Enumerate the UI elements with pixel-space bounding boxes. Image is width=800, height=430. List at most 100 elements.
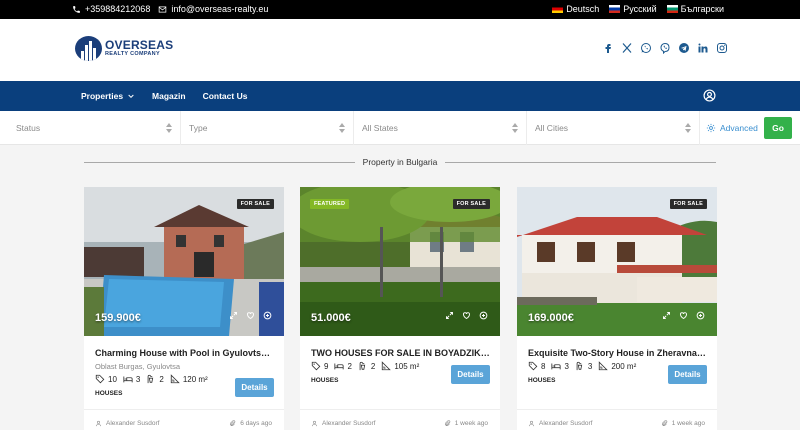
nav-item-contact-us[interactable]: Contact Us	[203, 91, 248, 101]
chevron-down-icon	[128, 94, 134, 99]
property-type[interactable]: HOUSES	[528, 377, 555, 384]
heart-icon[interactable]	[679, 311, 688, 320]
expand-icon[interactable]	[445, 311, 454, 320]
rooms-count: 8	[528, 361, 545, 371]
property-title[interactable]: TWO HOUSES FOR SALE IN BOYADZIK, YA...	[311, 348, 491, 358]
property-card[interactable]: FOR SALE 169.000€ Exquisite Two-Story Ho…	[517, 187, 717, 430]
nav-item-magazin[interactable]: Magazin	[152, 91, 186, 101]
search-filters: Status Type All States All Cities Advanc…	[0, 111, 800, 145]
beds-count: 3	[551, 361, 569, 371]
lang-bulgarian[interactable]: Български	[666, 4, 724, 14]
area-size: 105 m²	[381, 361, 419, 371]
section-heading: Property in Bulgaria	[84, 155, 716, 169]
whatsapp-icon[interactable]	[640, 42, 652, 54]
post-date: 6 days ago	[229, 420, 272, 427]
status-select[interactable]: Status	[8, 111, 181, 145]
card-actions	[662, 311, 705, 320]
email-link[interactable]: info@overseas-realty.eu	[158, 4, 268, 14]
agent-link[interactable]: Alexander Susdorf	[95, 420, 159, 427]
property-photo[interactable]: FOR SALE 169.000€	[517, 187, 717, 336]
area-size: 200 m²	[598, 361, 636, 371]
cities-select[interactable]: All Cities	[527, 111, 700, 145]
beds-count: 3	[123, 374, 140, 384]
add-compare-icon[interactable]	[263, 311, 272, 320]
envelope-icon	[159, 6, 167, 12]
phone-link[interactable]: +359884212068	[72, 4, 150, 14]
rooms-count: 9	[311, 361, 328, 371]
expand-icon[interactable]	[229, 311, 238, 320]
ruler-triangle-icon	[599, 361, 609, 371]
for-sale-badge: FOR SALE	[669, 199, 707, 209]
lang-russian[interactable]: Русский	[609, 4, 657, 14]
details-button[interactable]: Details	[668, 365, 707, 384]
logo-line-2: REALTY COMPANY	[105, 51, 160, 58]
instagram-icon[interactable]	[716, 42, 728, 54]
paperclip-icon	[444, 420, 450, 426]
expand-icon[interactable]	[662, 311, 671, 320]
baths-count: 2	[146, 374, 164, 384]
russian-flag-icon	[609, 5, 621, 13]
telegram-icon[interactable]	[678, 42, 690, 54]
property-card[interactable]: FOR SALE 159.900€ Charming House with Po…	[84, 187, 284, 430]
logo-text: OVERSEAS REALTY COMPANY	[105, 39, 173, 58]
property-price: 159.900€	[95, 312, 141, 324]
sort-arrows-icon	[512, 123, 518, 133]
user-icon	[528, 420, 535, 427]
property-photo[interactable]: FOR SALE 159.900€	[84, 187, 284, 336]
linkedin-icon[interactable]	[697, 42, 709, 54]
go-search-button[interactable]: Go	[764, 117, 792, 139]
phone-number: +359884212068	[85, 4, 151, 14]
viber-icon[interactable]	[659, 42, 671, 54]
states-select[interactable]: All States	[354, 111, 527, 145]
property-photo[interactable]: FEATURED FOR SALE 51.000€	[300, 187, 500, 336]
add-compare-icon[interactable]	[696, 311, 705, 320]
agent-name: Alexander Susdorf	[322, 420, 376, 427]
bed-icon	[334, 363, 345, 370]
agent-link[interactable]: Alexander Susdorf	[311, 420, 375, 427]
property-title[interactable]: Exquisite Two-Story House in Zheravna Ar…	[528, 348, 708, 358]
bed-icon	[551, 363, 562, 370]
x-twitter-icon[interactable]	[621, 42, 633, 54]
property-type[interactable]: HOUSES	[311, 377, 338, 384]
heart-icon[interactable]	[246, 311, 255, 320]
gear-icon	[706, 123, 716, 133]
beds-count: 2	[334, 361, 352, 371]
ruler-triangle-icon	[382, 361, 392, 371]
user-account-icon[interactable]	[703, 89, 716, 102]
heart-icon[interactable]	[462, 311, 471, 320]
bed-icon	[123, 376, 133, 383]
tag-icon	[95, 374, 105, 384]
type-select[interactable]: Type	[181, 111, 354, 145]
advanced-search-link[interactable]: Advanced	[706, 111, 758, 145]
agent-name: Alexander Susdorf	[539, 420, 593, 427]
facebook-icon[interactable]	[602, 42, 614, 54]
details-button[interactable]: Details	[235, 378, 274, 397]
add-compare-icon[interactable]	[479, 311, 488, 320]
details-button[interactable]: Details	[451, 365, 490, 384]
shower-icon	[576, 361, 583, 371]
bulgarian-flag-icon	[666, 5, 678, 13]
main-navigation: Properties Magazin Contact Us	[0, 81, 800, 111]
card-actions	[445, 311, 488, 320]
rooms-count: 10	[95, 374, 117, 384]
property-type[interactable]: HOUSES	[95, 390, 122, 397]
paperclip-icon	[661, 420, 667, 426]
language-switcher: Deutsch Русский Български	[552, 4, 724, 14]
user-icon	[95, 420, 102, 427]
shower-icon	[148, 374, 154, 384]
select-value: All Cities	[535, 123, 569, 133]
post-time: 1 week ago	[671, 420, 705, 427]
email-address: info@overseas-realty.eu	[171, 4, 269, 14]
nav-item-properties[interactable]: Properties	[81, 91, 135, 101]
lang-deutsch[interactable]: Deutsch	[552, 4, 599, 14]
property-title[interactable]: Charming House with Pool in Gyulovtsa, B…	[95, 348, 275, 358]
property-specs: 8 3 3 200 m²	[528, 361, 636, 371]
nav-menu: Properties Magazin Contact Us	[81, 81, 247, 111]
property-card[interactable]: FEATURED FOR SALE 51.000€ TWO HOUSES FOR…	[300, 187, 500, 430]
site-logo[interactable]: OVERSEAS REALTY COMPANY	[75, 36, 173, 61]
card-actions	[229, 311, 272, 320]
tag-icon	[528, 361, 538, 371]
social-links	[602, 42, 728, 54]
agent-link[interactable]: Alexander Susdorf	[528, 420, 592, 427]
contact-info: +359884212068 info@overseas-realty.eu	[72, 4, 268, 14]
